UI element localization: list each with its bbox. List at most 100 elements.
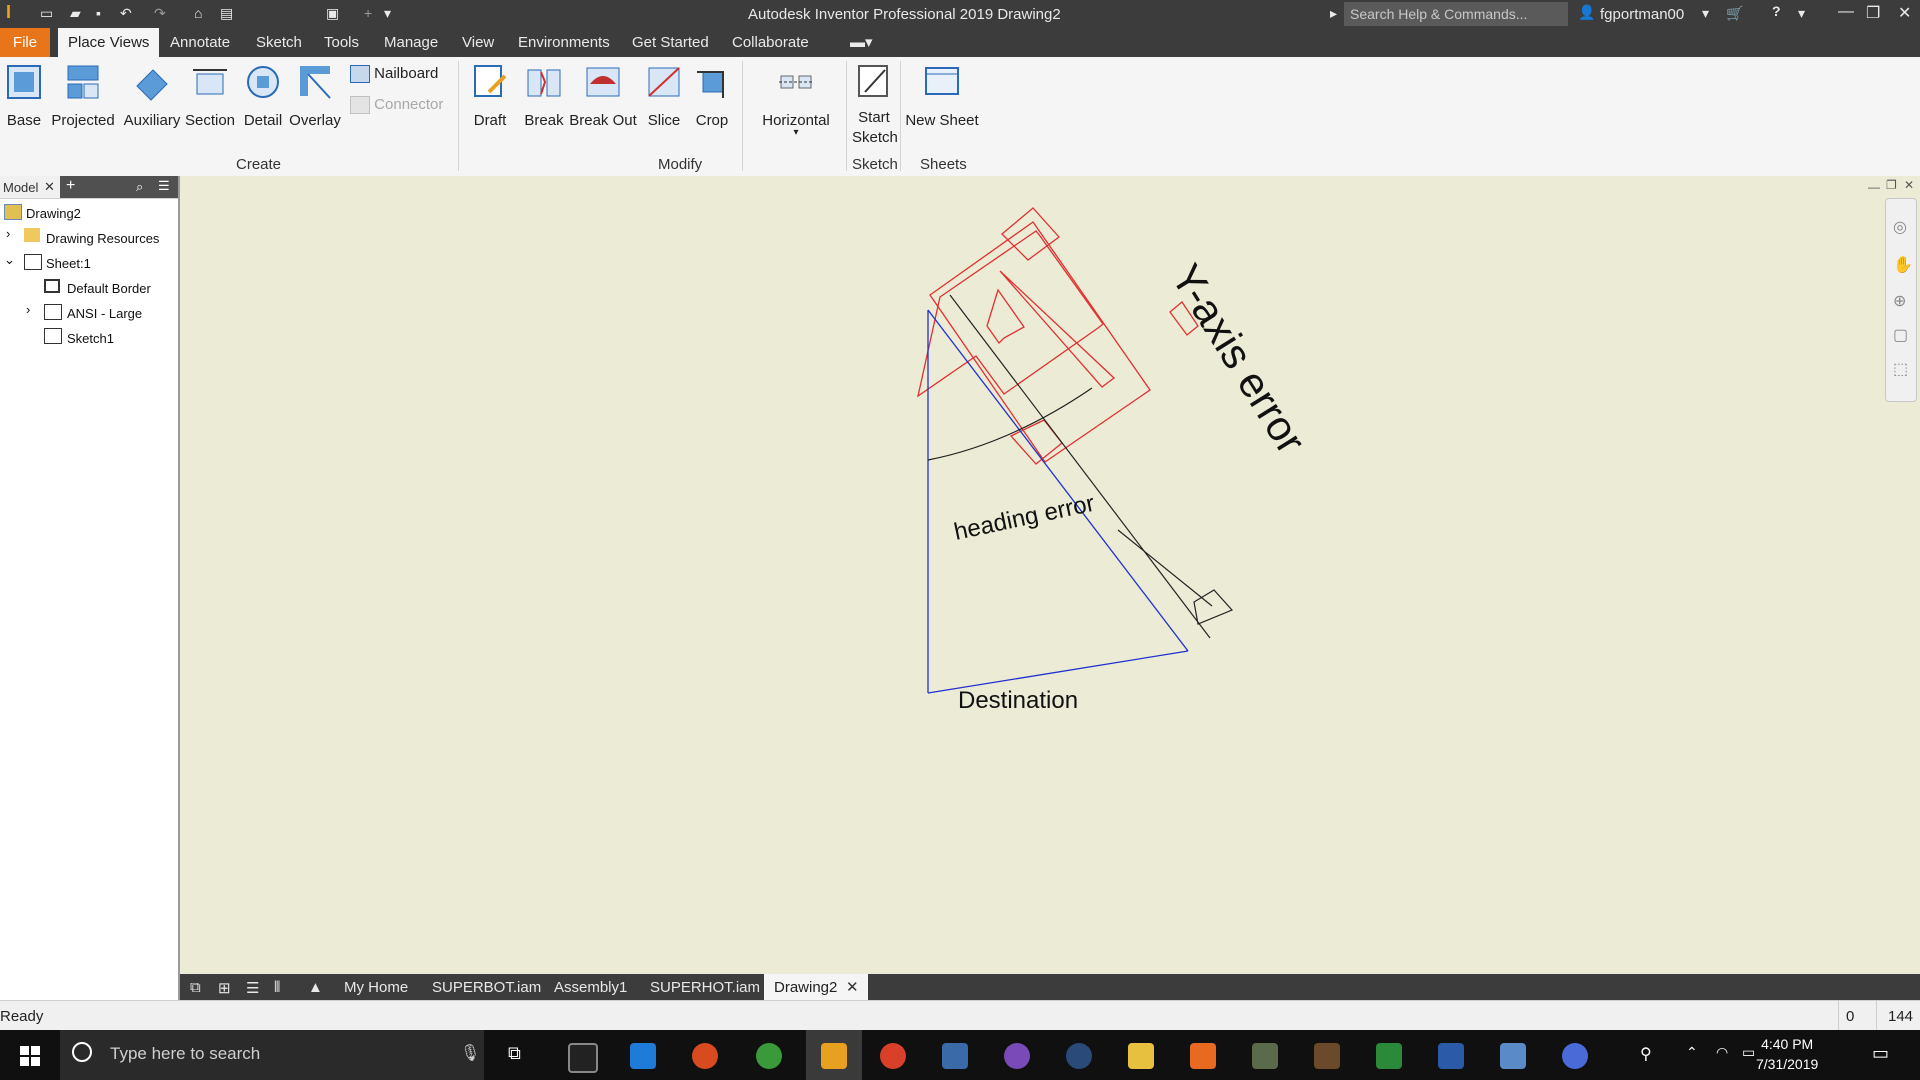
word-app-icon[interactable] bbox=[1438, 1043, 1464, 1069]
close-browser-icon[interactable]: ✕ bbox=[44, 179, 55, 195]
nailboard-button[interactable]: Nailboard bbox=[350, 65, 438, 84]
user-menu-chevron-icon[interactable]: ▾ bbox=[1702, 5, 1709, 22]
tile-windows-icon[interactable]: ⧉ bbox=[190, 979, 201, 996]
wifi-icon[interactable]: ◠ bbox=[1716, 1044, 1728, 1061]
inventor-logo-icon[interactable]: I bbox=[6, 2, 11, 23]
print-icon[interactable]: ▤ bbox=[220, 5, 233, 22]
discord-app-icon[interactable] bbox=[1562, 1043, 1588, 1069]
open-file-icon[interactable]: ▰ bbox=[70, 5, 81, 22]
expand-chevron-icon[interactable]: › bbox=[6, 226, 10, 241]
expand-search-icon[interactable]: ▸ bbox=[1330, 5, 1337, 22]
collapse-chevron-icon[interactable]: ⌄ bbox=[4, 252, 15, 268]
customize-quick-access-icon[interactable]: ▾ bbox=[384, 5, 391, 22]
tab-place-views[interactable]: Place Views bbox=[58, 28, 160, 57]
cart-icon[interactable]: 🛒 bbox=[1726, 5, 1743, 22]
connector-button[interactable]: Connector bbox=[350, 96, 443, 115]
horizontal-dropdown-icon[interactable]: ▾ bbox=[756, 128, 836, 138]
help-search-input[interactable]: Search Help & Commands... bbox=[1344, 2, 1568, 26]
tab-environments[interactable]: Environments bbox=[518, 34, 610, 51]
tab-collaborate[interactable]: Collaborate bbox=[732, 34, 809, 51]
pan-icon[interactable]: ✋ bbox=[1893, 255, 1913, 275]
panel-options-icon[interactable]: ▬▾ bbox=[850, 33, 873, 51]
tab-get-started[interactable]: Get Started bbox=[632, 34, 709, 51]
undo-icon[interactable]: ↶ bbox=[120, 5, 132, 22]
home-icon[interactable]: ⌂ bbox=[194, 5, 202, 21]
steering-wheel-icon[interactable]: ◎ bbox=[1893, 217, 1907, 237]
tab-view[interactable]: View bbox=[462, 34, 494, 51]
draft-view-button[interactable]: Draft bbox=[466, 57, 514, 129]
restore-icon[interactable]: ❐ bbox=[1866, 3, 1880, 23]
fusion-app-icon[interactable] bbox=[1190, 1043, 1216, 1069]
task-view-icon[interactable]: ⧉ bbox=[508, 1043, 521, 1064]
overlay-view-button[interactable]: Overlay bbox=[288, 57, 342, 129]
taskbar-clock[interactable]: 4:40 PM 7/31/2019 bbox=[1756, 1034, 1818, 1074]
canvas-close-icon[interactable]: ✕ bbox=[1904, 178, 1914, 192]
battery-icon[interactable]: ▭ bbox=[1742, 1044, 1755, 1061]
eclipse-app-icon[interactable] bbox=[1004, 1043, 1030, 1069]
break-button[interactable]: Break bbox=[522, 57, 566, 129]
file-explorer-icon[interactable] bbox=[1128, 1043, 1154, 1069]
new-file-icon[interactable]: ▭ bbox=[40, 5, 53, 22]
show-hidden-icons-icon[interactable]: ⌃ bbox=[1686, 1044, 1698, 1061]
tree-item-sketch1[interactable]: Sketch1 bbox=[67, 331, 114, 346]
start-sketch-button[interactable]: Start Sketch bbox=[852, 57, 898, 148]
horizontal-split-icon[interactable]: ☰ bbox=[246, 979, 259, 997]
tab-file[interactable]: File bbox=[0, 28, 50, 57]
doc-tab-assembly1[interactable]: Assembly1 bbox=[554, 979, 627, 996]
break-out-button[interactable]: Break Out bbox=[568, 57, 638, 129]
robot-body[interactable] bbox=[929, 207, 1199, 465]
grid-layout-icon[interactable]: ⊞ bbox=[218, 979, 231, 997]
tab-annotate[interactable]: Annotate bbox=[170, 34, 230, 51]
tab-sketch[interactable]: Sketch bbox=[256, 34, 302, 51]
python-app-icon[interactable] bbox=[942, 1043, 968, 1069]
canvas-restore-icon[interactable]: ❐ bbox=[1886, 178, 1897, 192]
close-tab-icon[interactable]: ✕ bbox=[846, 978, 859, 996]
new-sheet-button[interactable]: New Sheet bbox=[904, 57, 980, 129]
browser-search-icon[interactable]: ⌕ bbox=[136, 179, 143, 195]
people-icon[interactable]: ⚲ bbox=[1640, 1044, 1652, 1064]
navigation-bar[interactable]: ◎ ✋ ⊕ ▢ ⬚ bbox=[1885, 198, 1917, 402]
help-icon[interactable]: ? bbox=[1772, 3, 1781, 19]
chrome-app-icon[interactable] bbox=[880, 1043, 906, 1069]
add-browser-icon[interactable]: + bbox=[66, 177, 75, 195]
minecraft-app-icon[interactable] bbox=[1314, 1043, 1340, 1069]
excel-app-icon[interactable] bbox=[1376, 1043, 1402, 1069]
taskbar-search-box[interactable]: Type here to search 🎙 bbox=[60, 1030, 484, 1080]
store-app-icon[interactable] bbox=[630, 1043, 656, 1069]
detail-view-button[interactable]: Detail bbox=[240, 57, 286, 129]
canvas-minimize-icon[interactable]: — bbox=[1868, 180, 1880, 194]
close-icon[interactable]: ✕ bbox=[1898, 3, 1911, 23]
terminal-app-icon[interactable] bbox=[568, 1043, 598, 1073]
crop-button[interactable]: Crop bbox=[692, 57, 732, 129]
drawing-canvas[interactable]: Y-axis error heading error Destination —… bbox=[180, 176, 1920, 974]
tree-item-sheet1[interactable]: Sheet:1 bbox=[46, 256, 91, 271]
tree-item-drawing2[interactable]: Drawing2 bbox=[26, 206, 81, 221]
help-menu-chevron-icon[interactable]: ▾ bbox=[1798, 5, 1805, 22]
minimize-icon[interactable]: — bbox=[1838, 3, 1854, 21]
auxiliary-view-button[interactable]: Auxiliary bbox=[120, 57, 184, 129]
projected-view-button[interactable]: Projected bbox=[50, 57, 116, 129]
vertical-split-icon[interactable]: ⫴ bbox=[274, 979, 280, 996]
game-app-icon[interactable] bbox=[1252, 1043, 1278, 1069]
notifications-icon[interactable]: ▭ bbox=[1872, 1043, 1889, 1064]
doc-tab-superhot[interactable]: SUPERHOT.iam bbox=[650, 979, 760, 996]
expand-chevron-icon[interactable]: › bbox=[26, 302, 30, 317]
horizontal-align-button[interactable]: Horizontal ▾ bbox=[756, 57, 836, 138]
doc-tab-superbot[interactable]: SUPERBOT.iam bbox=[432, 979, 541, 996]
zoom-window-icon[interactable]: ⬚ bbox=[1893, 359, 1908, 379]
steam-app-icon[interactable] bbox=[1066, 1043, 1092, 1069]
doc-tab-drawing2[interactable]: Drawing2 ✕ bbox=[764, 974, 868, 1000]
microphone-icon[interactable]: 🎙 bbox=[460, 1043, 480, 1063]
section-view-button[interactable]: Section bbox=[184, 57, 236, 129]
doc-tab-my-home[interactable]: My Home bbox=[344, 979, 408, 996]
user-name[interactable]: fgportman00 bbox=[1600, 6, 1684, 23]
base-view-button[interactable]: Base bbox=[4, 57, 44, 129]
tree-item-ansi-large[interactable]: ANSI - Large bbox=[67, 306, 142, 321]
tab-manage[interactable]: Manage bbox=[384, 34, 438, 51]
robot-outline[interactable] bbox=[917, 230, 1116, 398]
tab-tools[interactable]: Tools bbox=[324, 34, 359, 51]
tree-item-drawing-resources[interactable]: Drawing Resources bbox=[46, 231, 159, 246]
inventor-taskbar-button[interactable] bbox=[806, 1030, 862, 1080]
redo-icon[interactable]: ↷ bbox=[154, 5, 166, 22]
update-icon[interactable]: ▣ bbox=[326, 5, 339, 22]
